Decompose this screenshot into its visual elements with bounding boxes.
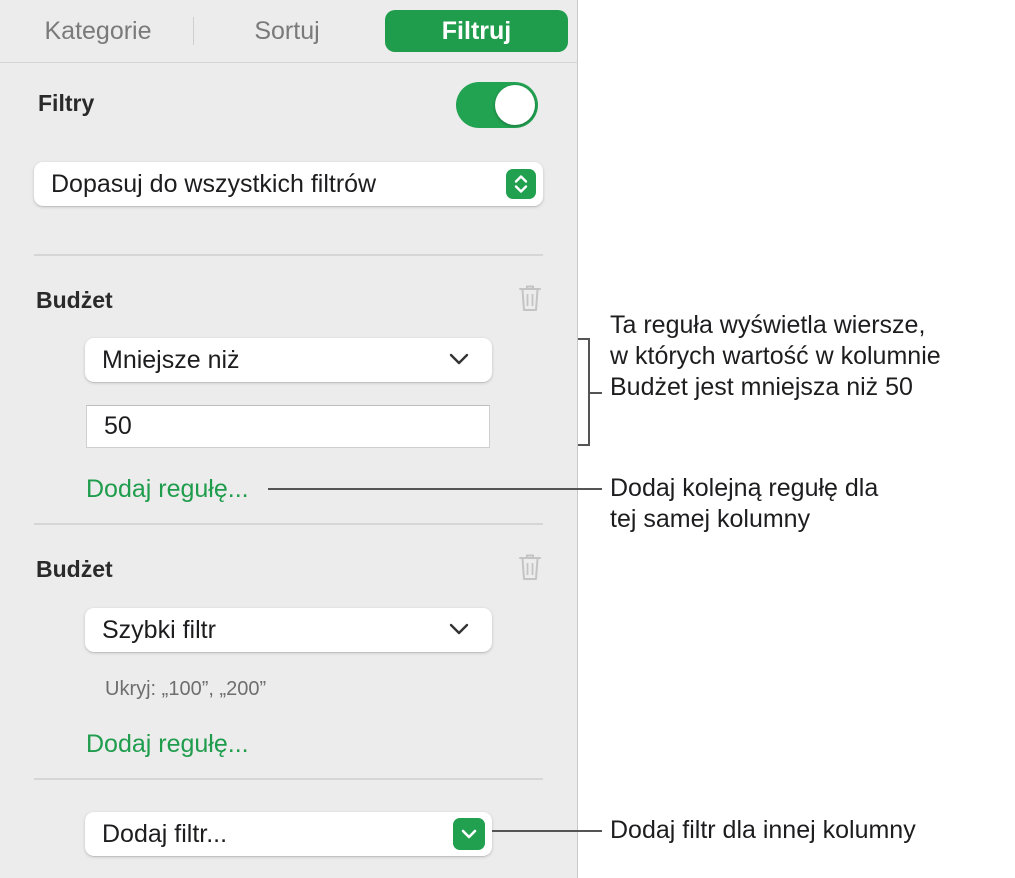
rule-type-label: Szybki filtr: [102, 615, 216, 644]
rule-type-label: Mniejsze niż: [102, 345, 240, 374]
match-mode-label: Dopasuj do wszystkich filtrów: [51, 169, 377, 198]
trash-icon[interactable]: [518, 284, 542, 312]
tab-filter[interactable]: Filtruj: [385, 10, 568, 52]
rule-type-select[interactable]: Szybki filtr: [85, 608, 492, 652]
callout-leader: [590, 392, 602, 394]
chevron-down-icon: [448, 348, 470, 370]
tab-bar: Kategorie Sortuj Filtruj: [0, 0, 578, 62]
filters-toggle[interactable]: [456, 82, 538, 128]
up-down-chevron-icon: [506, 169, 536, 199]
chevron-down-icon: [453, 818, 485, 850]
chevron-down-icon: [448, 618, 470, 640]
rule-value-input[interactable]: 50: [86, 405, 490, 448]
callout-add-rule: Dodaj kolejną regułę dla tej samej kolum…: [610, 474, 879, 533]
filter-column-title: Budżet: [36, 287, 113, 313]
tab-separator: [193, 17, 194, 45]
tab-categories[interactable]: Kategorie: [28, 10, 168, 52]
add-rule-link[interactable]: Dodaj regułę...: [86, 730, 249, 759]
sidebar-panel: Kategorie Sortuj Filtruj Filtry Dopasuj …: [0, 0, 578, 878]
filter-column-title: Budżet: [36, 556, 113, 582]
toggle-knob: [495, 85, 535, 125]
add-rule-link[interactable]: Dodaj regułę...: [86, 475, 249, 504]
trash-icon[interactable]: [518, 553, 542, 581]
section-divider: [34, 254, 543, 256]
match-mode-select[interactable]: Dopasuj do wszystkich filtrów: [34, 162, 543, 206]
filters-title: Filtry: [38, 90, 95, 116]
add-filter-select[interactable]: Dodaj filtr...: [85, 812, 492, 856]
tab-sort[interactable]: Sortuj: [212, 10, 362, 52]
callout-bracket-top: [578, 338, 589, 340]
callout-leader: [492, 830, 602, 832]
quick-filter-hint: Ukryj: „100”, „200”: [105, 678, 267, 700]
section-divider: [34, 778, 543, 780]
callout-add-filter: Dodaj filtr dla innej kolumny: [610, 816, 916, 844]
callout-leader: [268, 488, 602, 490]
callout-rule-explanation: Ta reguła wyświetla wiersze, w których w…: [610, 311, 941, 401]
add-filter-label: Dodaj filtr...: [102, 819, 228, 848]
callout-bracket-bottom: [578, 444, 589, 446]
section-divider: [34, 523, 543, 525]
rule-type-select[interactable]: Mniejsze niż: [85, 338, 492, 382]
tab-bar-divider: [0, 62, 578, 63]
